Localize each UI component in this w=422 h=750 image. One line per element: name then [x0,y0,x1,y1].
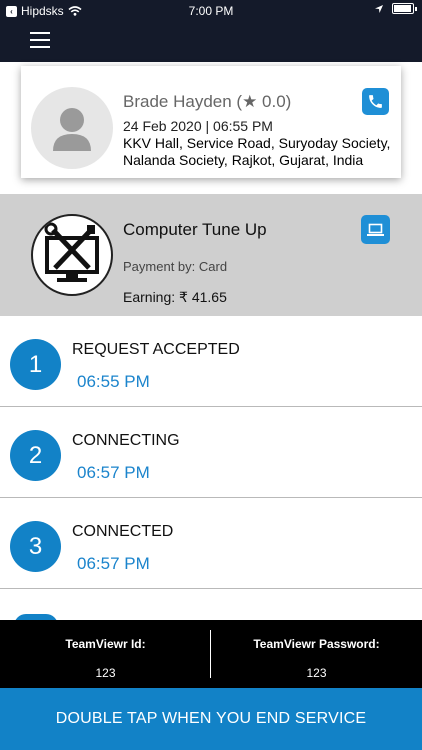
step-item: 3 CONNECTED 06:57 PM [0,498,422,589]
booking-datetime: 24 Feb 2020 | 06:55 PM [123,118,273,134]
teamviewer-id-value: 123 [95,666,116,680]
teamviewer-id: TeamViewr Id: 123 [0,620,211,688]
step-label: REQUEST ACCEPTED [72,341,240,358]
phone-icon [369,95,382,108]
end-service-button[interactable]: DOUBLE TAP WHEN YOU END SERVICE [0,688,422,750]
user-silhouette-icon [31,87,113,169]
payment-method: Payment by: Card [123,259,228,274]
laptop-button[interactable] [361,215,390,244]
top-bar: ‹ Hipdsks 7:00 PM [0,0,422,62]
teamviewer-bar: TeamViewr Id: 123 TeamViewr Password: 12… [0,620,422,688]
location-icon [375,4,383,13]
status-time: 7:00 PM [188,4,234,18]
step-time: 06:57 PM [77,554,150,573]
step-time: 06:55 PM [77,372,150,391]
service-section: Computer Tune Up Payment by: Card Earnin… [0,194,422,316]
step-number: 3 [10,521,61,572]
step-number: 2 [10,430,61,481]
customer-address: KKV Hall, Service Road, Suryoday Society… [123,135,391,168]
step-item: 2 CONNECTING 06:57 PM [0,407,422,498]
status-bar: ‹ Hipdsks 7:00 PM [0,0,422,22]
teamviewer-password-label: TeamViewr Password: [253,637,380,651]
tools-monitor-icon [31,214,113,296]
battery-icon [392,3,417,14]
step-item: 1 REQUEST ACCEPTED 06:55 PM [0,316,422,407]
step-label: CONNECTED [72,523,174,540]
customer-name: Brade Hayden (★ 0.0) [123,92,292,111]
service-title: Computer Tune Up [123,220,267,239]
customer-card: Brade Hayden (★ 0.0) 24 Feb 2020 | 06:55… [21,66,401,178]
teamviewer-password-value: 123 [306,666,327,680]
hamburger-icon[interactable] [30,32,52,48]
step-number: 1 [10,339,61,390]
teamviewer-password: TeamViewr Password: 123 [211,620,422,688]
earning: Earning: ₹ 41.65 [123,289,227,305]
call-button[interactable] [362,88,389,115]
teamviewer-id-label: TeamViewr Id: [65,637,146,651]
step-time: 06:57 PM [77,463,150,482]
status-right [374,3,417,14]
laptop-icon [367,223,384,236]
step-label: CONNECTING [72,432,180,449]
